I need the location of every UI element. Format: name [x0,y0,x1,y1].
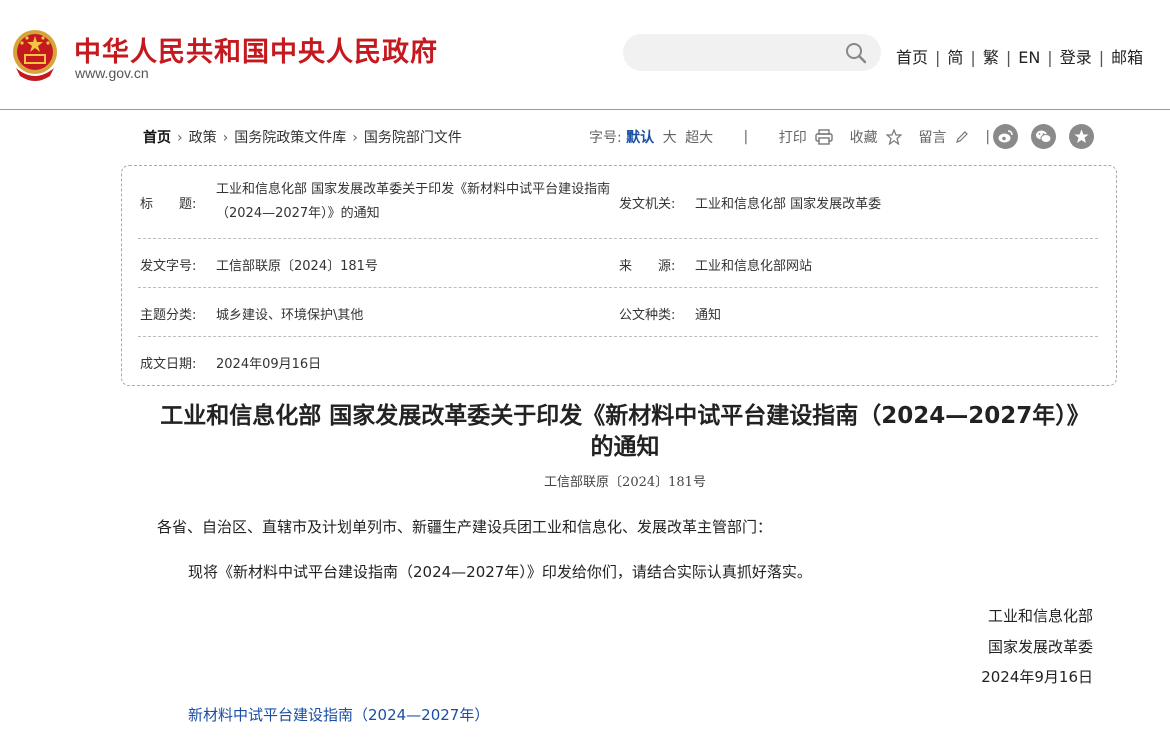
nav-traditional[interactable]: 繁 [983,48,999,67]
signature-ministry: 工业和信息化部 [987,607,1093,625]
nav-separator: | [1005,48,1012,67]
font-size-default[interactable]: 默认 [626,130,654,146]
font-size-xlarge[interactable]: 超大 [685,130,713,146]
attachment-link[interactable]: 新材料中试平台建设指南（2024—2027年） [188,704,489,725]
nav-separator: | [1047,48,1053,67]
site-url[interactable]: www.gov.cn [75,65,149,81]
issuer-label: 发文机关: [619,197,676,212]
pencil-icon[interactable] [955,130,969,144]
article-title: 工业和信息化部 国家发展改革委关于印发《新材料中试平台建设指南（2024—202… [160,403,1090,460]
star-share-icon[interactable] [1069,124,1094,149]
docno-label: 发文字号: [140,259,197,274]
nav-mail[interactable]: 邮箱 [1111,48,1143,67]
tool-separator: | [743,129,749,145]
nav-simplified[interactable]: 简 [947,48,963,67]
issuer-value: 工业和信息化部 国家发展改革委 [695,197,882,212]
article-doc-number: 工信部联原〔2024〕181号 [544,475,706,490]
row-divider [138,238,1098,239]
site-title[interactable]: 中华人民共和国中央人民政府 [74,30,438,69]
topic-value: 城乡建设、环境保护\其他 [216,308,364,323]
printer-icon[interactable] [815,129,833,145]
comment-label[interactable]: 留言 [919,130,947,146]
document-info-box: 标 题: 工业和信息化部 国家发展改革委关于印发《新材料中试平台建设指南（202… [121,165,1117,386]
print-label[interactable]: 打印 [779,130,807,146]
date-label: 成文日期: [140,357,197,372]
article-body: 现将《新材料中试平台建设指南（2024—2027年）》印发给你们，请结合实际认真… [188,563,812,581]
title-label: 标 题: [140,197,197,212]
breadcrumb-chevron-icon: › [177,130,183,146]
doctype-value: 通知 [695,308,722,323]
wechat-icon[interactable] [1031,124,1056,149]
nav-english[interactable]: EN [1018,48,1040,67]
breadcrumb-chevron-icon: › [222,130,229,146]
row-divider [138,336,1098,337]
tool-separator: | [985,129,991,145]
nav-separator: | [935,48,941,67]
font-size-label: 字号: [589,130,622,146]
search-icon[interactable] [845,42,867,64]
nav-separator: | [970,48,976,67]
article-tools: 字号: 默认 大 超大 | 打印 收藏 留言 | [589,127,990,147]
nav-separator: | [1098,48,1105,67]
site-header: 中华人民共和国中央人民政府 www.gov.cn 首页 | 简 | 繁 | EN | 登录 | 邮箱 [0,0,1170,110]
weibo-icon[interactable] [993,124,1018,149]
date-value: 2024年09月16日 [216,357,322,372]
breadcrumb-policy[interactable]: 政策 [189,130,217,146]
nav-login[interactable]: 登录 [1060,48,1092,67]
docno-value: 工信部联原〔2024〕181号 [216,259,378,274]
nav-home[interactable]: 首页 [896,48,928,67]
search-box [623,34,881,73]
source-label: 来 源: [619,259,676,274]
top-nav: 首页 | 简 | 繁 | EN | 登录 | 邮箱 [896,44,1143,68]
topic-label: 主题分类: [140,308,197,323]
breadcrumb-home[interactable]: 首页 [143,130,171,146]
signature-date: 2024年9月16日 [981,668,1093,686]
font-size-large[interactable]: 大 [663,130,677,146]
source-value: 工业和信息化部网站 [695,259,813,274]
breadcrumb: 首页 › 政策 › 国务院政策文件库 › 国务院部门文件 [143,127,462,147]
national-emblem-icon[interactable] [10,28,60,82]
breadcrumb-department-docs[interactable]: 国务院部门文件 [364,130,462,146]
row-divider [138,287,1098,288]
doctype-label: 公文种类: [619,308,676,323]
breadcrumb-policy-library[interactable]: 国务院政策文件库 [234,130,346,146]
signature-ndrc: 国家发展改革委 [987,638,1093,656]
star-icon[interactable] [886,129,903,145]
breadcrumb-chevron-icon: › [352,130,358,146]
article-salutation: 各省、自治区、直辖市及计划单列市、新疆生产建设兵团工业和信息化、发展改革主管部门… [157,518,773,536]
favorite-label[interactable]: 收藏 [850,130,878,146]
title-value: 工业和信息化部 国家发展改革委关于印发《新材料中试平台建设指南（2024—202… [216,182,611,221]
search-input[interactable] [637,34,841,73]
